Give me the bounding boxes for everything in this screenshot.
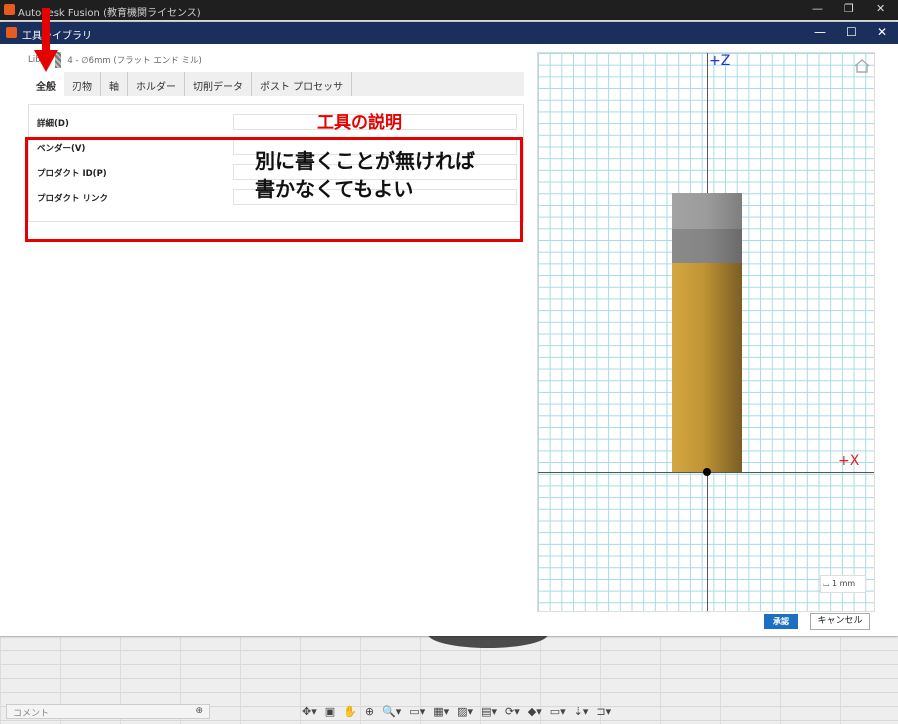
tool-preview-viewport[interactable]: +Z +X ⌴ 1 mm xyxy=(537,52,875,612)
visual-style-icon[interactable]: ◆▾ xyxy=(526,705,544,718)
comment-add-icon[interactable]: ⊕ xyxy=(195,706,203,716)
tool-origin-point xyxy=(703,468,711,476)
tool-body xyxy=(672,263,742,472)
navigation-toolbar: ✥▾ ▣ ✋ ⊕ 🔍▾ ▭▾ ▦▾ ▨▾ ▤▾ ⟳▾ ◆▾ ▭▾ ⇣▾ ⊐▾ xyxy=(300,702,613,720)
parent-minimize-button[interactable]: — xyxy=(812,2,823,15)
grid-settings-icon[interactable]: ▦▾ xyxy=(431,705,451,718)
orbit-pan-icon[interactable]: ✥▾ xyxy=(300,705,319,718)
display-settings-icon[interactable]: ▭▾ xyxy=(407,705,427,718)
tab-shaft[interactable]: 軸 xyxy=(101,72,128,96)
tab-post-processor[interactable]: ポスト プロセッサ xyxy=(252,72,353,96)
layers-icon[interactable]: ▤▾ xyxy=(479,705,499,718)
tab-cutter[interactable]: 刃物 xyxy=(64,72,101,96)
accept-button[interactable]: 承認 xyxy=(764,614,798,629)
z-axis-label: +Z xyxy=(709,53,731,69)
annotation-arrow-icon xyxy=(34,8,58,72)
dialog-minimize-button[interactable]: — xyxy=(814,25,826,39)
tab-holder[interactable]: ホルダー xyxy=(128,72,185,96)
parent-close-button[interactable]: ✕ xyxy=(876,2,885,15)
stock-icon[interactable]: ⊐▾ xyxy=(594,705,613,718)
dialog-maximize-button[interactable]: ☐ xyxy=(846,25,857,39)
scale-indicator: ⌴ 1 mm xyxy=(820,575,866,593)
dialog-close-button[interactable]: ✕ xyxy=(877,25,887,39)
environment-icon[interactable]: ▭▾ xyxy=(548,705,568,718)
parent-restore-button[interactable]: ❐ xyxy=(844,2,854,15)
dialog-app-icon xyxy=(6,27,17,38)
tab-bar: 全般 刃物 軸 ホルダー 切削データ ポスト プロセッサ xyxy=(28,72,524,96)
breadcrumb-tool: 4 - ∅6mm (フラット エンド ミル) xyxy=(67,56,202,66)
viewports-icon[interactable]: ▨▾ xyxy=(455,705,475,718)
tool-library-dialog: 工具ライブラリ — ☐ ✕ Lib / 4 - ∅6mm (フラット エンド ミ… xyxy=(0,22,898,636)
parent-titlebar: Autodesk Fusion (教育機関ライセンス) — ❐ ✕ xyxy=(0,0,898,20)
home-view-icon[interactable] xyxy=(854,59,870,73)
look-at-icon[interactable]: ▣ xyxy=(323,705,337,718)
zoom-icon[interactable]: ⊕ xyxy=(363,705,376,718)
dialog-titlebar: 工具ライブラリ — ☐ ✕ xyxy=(0,22,898,44)
comment-input[interactable]: コメント ⊕ xyxy=(6,704,210,719)
pan-hand-icon[interactable]: ✋ xyxy=(341,705,359,718)
tool-holder-lower xyxy=(672,229,742,263)
x-axis-label: +X xyxy=(838,453,860,469)
comment-placeholder: コメント xyxy=(13,709,50,719)
fusion-app-icon xyxy=(4,4,15,15)
scale-bar-icon: ⌴ xyxy=(823,579,832,588)
section-icon[interactable]: ⇣▾ xyxy=(572,705,591,718)
annotation-body: 別に書くことが無ければ 書かなくてもよい xyxy=(255,147,525,203)
tool-holder-upper xyxy=(672,193,742,229)
refresh-icon[interactable]: ⟳▾ xyxy=(503,705,522,718)
tab-general[interactable]: 全般 xyxy=(28,72,64,96)
annotation-line-1: 別に書くことが無ければ xyxy=(255,149,475,173)
tab-cutting-data[interactable]: 切削データ xyxy=(185,72,252,96)
cancel-button[interactable]: キャンセル xyxy=(810,613,870,630)
annotation-title: 工具の説明 xyxy=(317,113,402,133)
annotation-line-2: 書かなくてもよい xyxy=(255,177,414,201)
scale-label: 1 mm xyxy=(831,579,856,588)
fit-icon[interactable]: 🔍▾ xyxy=(380,705,403,718)
detail-label: 詳細(D) xyxy=(37,119,69,129)
